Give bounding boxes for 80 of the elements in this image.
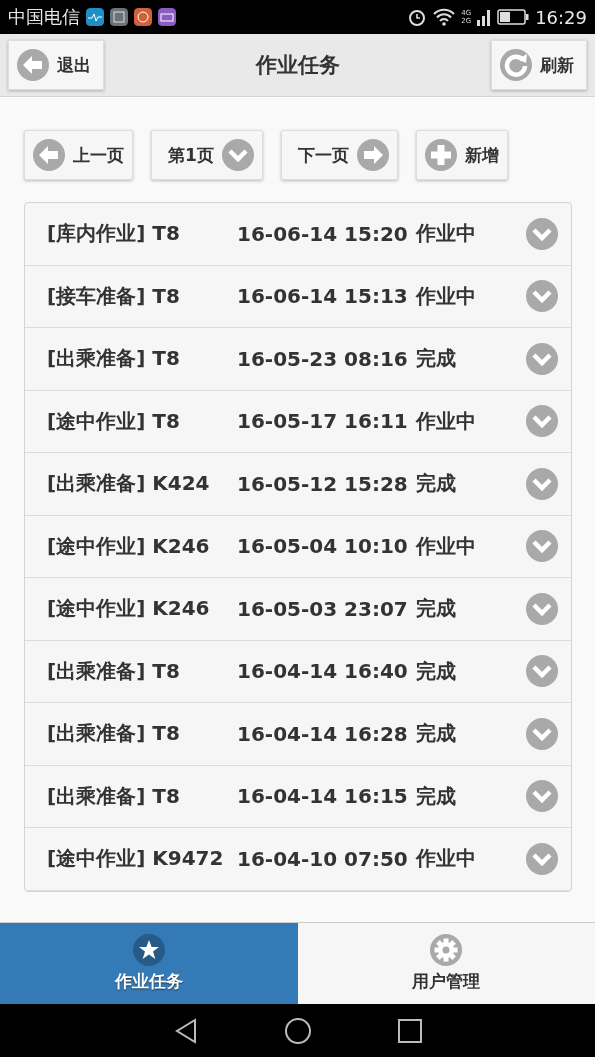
task-row[interactable]: [库内作业] T8 16-06-14 15:20 作业中 (25, 203, 571, 266)
task-status: 完成 (415, 345, 456, 373)
task-time: 16-04-14 16:28 (237, 721, 408, 746)
chevron-down-icon (526, 405, 558, 438)
task-title: [途中作业] T8 (47, 407, 181, 435)
chevron-down-icon (526, 592, 558, 625)
task-title: [出乘准备] K424 (47, 470, 211, 498)
task-status: 作业中 (415, 220, 476, 248)
task-status: 完成 (415, 657, 456, 685)
chevron-down-icon (221, 139, 254, 171)
task-title: [接车准备] T8 (47, 282, 181, 310)
chevron-down-icon (526, 655, 558, 688)
page-select-button[interactable]: 第1页 (151, 130, 263, 180)
task-title: [出乘准备] T8 (47, 782, 181, 810)
wifi-icon (433, 8, 456, 26)
task-status: 作业中 (415, 532, 476, 560)
task-row[interactable]: [出乘准备] T8 16-04-14 16:40 完成 (25, 640, 571, 703)
task-status: 完成 (415, 470, 456, 498)
next-page-button[interactable]: 下一页 (280, 130, 398, 180)
task-status: 完成 (415, 595, 456, 623)
forward-icon (356, 139, 389, 171)
recents-nav-icon[interactable] (397, 1018, 422, 1043)
previous-page-button[interactable]: 上一页 (24, 130, 133, 180)
chevron-down-icon (526, 280, 558, 313)
task-status: 作业中 (415, 407, 476, 435)
task-time: 16-04-14 16:40 (237, 659, 408, 684)
task-row[interactable]: [途中作业] K246 16-05-04 10:10 作业中 (25, 515, 571, 578)
health-app-icon (86, 8, 104, 26)
signal-icon (477, 8, 492, 26)
task-row[interactable]: [途中作业] K246 16-05-03 23:07 完成 (25, 578, 571, 641)
task-time: 16-05-04 10:10 (237, 534, 408, 559)
plus-icon (424, 139, 457, 171)
task-row[interactable]: [接车准备] T8 16-06-14 15:13 作业中 (25, 265, 571, 328)
task-status: 作业中 (415, 282, 476, 310)
refresh-button[interactable]: 刷新 (491, 40, 587, 90)
task-time: 16-06-14 15:13 (237, 284, 408, 309)
clock-time: 16:29 (535, 6, 587, 28)
task-time: 16-06-14 15:20 (237, 221, 408, 246)
task-row[interactable]: [出乘准备] K424 16-05-12 15:28 完成 (25, 453, 571, 516)
task-title: [出乘准备] T8 (47, 657, 181, 685)
battery-icon (497, 9, 530, 25)
chevron-down-icon (526, 342, 558, 375)
chevron-down-icon (526, 467, 558, 500)
chevron-down-icon (526, 780, 558, 813)
back-nav-icon[interactable] (173, 1017, 198, 1044)
task-title: [库内作业] T8 (47, 220, 181, 248)
task-time: 16-05-23 08:16 (237, 346, 408, 371)
task-time: 16-05-12 15:28 (237, 471, 408, 496)
task-status: 作业中 (415, 845, 476, 873)
task-status: 完成 (415, 782, 456, 810)
tab[interactable]: 作业任务 (0, 922, 298, 1004)
home-nav-icon[interactable] (283, 1016, 312, 1045)
chevron-down-icon (526, 530, 558, 563)
task-time: 16-05-03 23:07 (237, 596, 408, 621)
chevron-down-icon (526, 217, 558, 250)
carrier-name: 中国电信 (8, 5, 80, 29)
task-time: 16-04-14 16:15 (237, 784, 408, 809)
task-row[interactable]: [出乘准备] T8 16-05-23 08:16 完成 (25, 328, 571, 391)
keyboard-app-icon (158, 8, 176, 26)
chevron-down-icon (526, 842, 558, 875)
task-title: [途中作业] K246 (47, 532, 211, 560)
exit-button[interactable]: 退出 (8, 40, 104, 90)
add-button[interactable]: 新增 (415, 130, 508, 180)
task-title: [途中作业] K246 (47, 595, 211, 623)
task-title: [途中作业] K9472 (47, 845, 225, 873)
chevron-down-icon (526, 717, 558, 750)
task-title: [出乘准备] T8 (47, 345, 181, 373)
page-title: 作业任务 (255, 52, 340, 79)
task-row[interactable]: [途中作业] T8 16-05-17 16:11 作业中 (25, 390, 571, 453)
task-time: 16-04-10 07:50 (237, 846, 408, 871)
back-icon (33, 139, 65, 171)
refresh-icon (500, 49, 532, 81)
task-row[interactable]: [出乘准备] T8 16-04-14 16:15 完成 (25, 765, 571, 828)
task-row[interactable]: [出乘准备] T8 16-04-14 16:28 完成 (25, 703, 571, 766)
task-status: 完成 (415, 720, 456, 748)
settings-icon (430, 934, 463, 966)
back-icon (17, 49, 49, 81)
task-title: [出乘准备] T8 (47, 720, 181, 748)
task-row[interactable]: [途中作业] K9472 16-04-10 07:50 作业中 (25, 828, 571, 891)
task-time: 16-05-17 16:11 (237, 409, 408, 434)
